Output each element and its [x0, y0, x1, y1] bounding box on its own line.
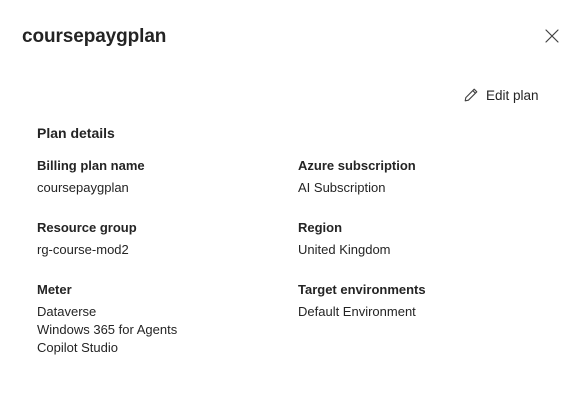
close-button[interactable]: [543, 28, 561, 48]
region-field: Region United Kingdom: [298, 219, 528, 259]
plan-details-heading: Plan details: [37, 125, 115, 141]
meter-value-item: Dataverse: [37, 304, 97, 319]
edit-plan-label: Edit plan: [486, 87, 539, 103]
meter-label: Meter: [37, 282, 72, 297]
billing-plan-name-field: Billing plan name coursepaygplan: [37, 157, 267, 197]
region-label: Region: [298, 220, 343, 235]
resource-group-field: Resource group rg-course-mod2: [37, 219, 267, 259]
azure-subscription-label: Azure subscription: [298, 158, 416, 173]
azure-subscription-value: AI Subscription: [298, 180, 386, 195]
target-environments-field: Target environments Default Environment: [298, 281, 528, 321]
target-environments-label: Target environments: [298, 282, 426, 297]
meter-value-item: Copilot Studio: [37, 340, 118, 355]
pencil-icon: [463, 87, 479, 103]
region-value: United Kingdom: [298, 242, 391, 257]
billing-plan-name-label: Billing plan name: [37, 158, 145, 173]
meter-value-item: Windows 365 for Agents: [37, 322, 178, 337]
resource-group-label: Resource group: [37, 220, 137, 235]
panel-title: coursepaygplan: [22, 26, 167, 47]
close-icon: [545, 28, 559, 48]
target-environments-value: Default Environment: [298, 304, 416, 319]
azure-subscription-field: Azure subscription AI Subscription: [298, 157, 528, 197]
resource-group-value: rg-course-mod2: [37, 242, 129, 257]
meter-field: Meter Dataverse Windows 365 for Agents C…: [37, 281, 267, 357]
billing-plan-name-value: coursepaygplan: [37, 180, 129, 195]
edit-plan-button[interactable]: Edit plan: [463, 85, 539, 105]
meter-value-list: Dataverse Windows 365 for Agents Copilot…: [37, 303, 267, 357]
